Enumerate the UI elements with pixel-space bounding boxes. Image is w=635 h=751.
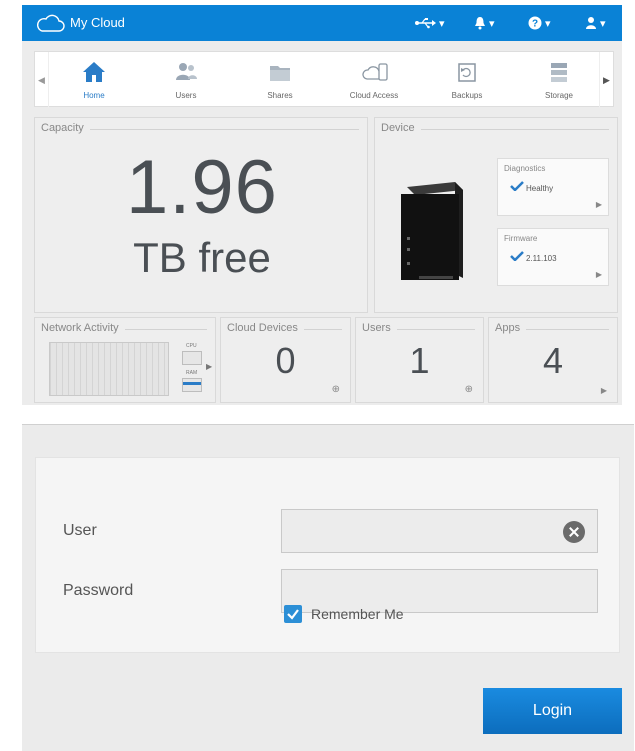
- nav-prev-button[interactable]: ◀: [35, 52, 49, 108]
- capacity-value: 1.96: [126, 145, 278, 230]
- login-form: User Password Remember Me: [35, 457, 620, 653]
- nav-item-cloud-access[interactable]: Cloud Access: [339, 52, 409, 108]
- firmware-title: Firmware: [504, 234, 538, 243]
- dashboard-panel: My Cloud ▾ ▾ ? ▾ ▾ ◀ Home Users Shares C…: [22, 5, 622, 405]
- user-menu[interactable]: ▾: [585, 13, 606, 33]
- network-activity-tile[interactable]: Network Activity CPU RAM ▶: [34, 317, 216, 403]
- capacity-unit: TB free: [133, 234, 271, 281]
- nav-bar: ◀ Home Users Shares Cloud Access Backups…: [34, 51, 614, 108]
- nav-item-backups[interactable]: Backups: [432, 52, 502, 108]
- apps-title: Apps: [495, 322, 527, 334]
- nav-item-home[interactable]: Home: [59, 52, 129, 108]
- chevron-right-icon[interactable]: ▶: [601, 386, 607, 395]
- capacity-tile: Capacity 1.96 TB free: [34, 117, 368, 313]
- nav-item-users[interactable]: Users: [151, 52, 221, 108]
- user-label: User: [63, 522, 97, 539]
- nav-label-backups: Backups: [451, 91, 483, 100]
- backups-icon: [458, 63, 476, 82]
- cloud-access-icon: [362, 63, 388, 81]
- user-icon: [586, 17, 596, 29]
- chevron-down-icon: ▾: [600, 17, 606, 30]
- remember-me-label: Remember Me: [311, 606, 404, 622]
- cloud-devices-tile[interactable]: Cloud Devices 0 ⊕: [220, 317, 351, 403]
- chevron-right-icon: ▶: [206, 362, 213, 371]
- cloud-logo-icon: [36, 14, 65, 32]
- checkmark-icon: [510, 181, 524, 191]
- login-button[interactable]: Login: [483, 688, 622, 734]
- chevron-down-icon: ▾: [545, 17, 551, 30]
- svg-text:?: ?: [532, 19, 538, 30]
- apps-tile[interactable]: Apps 4 ▶: [488, 317, 618, 403]
- cloud-devices-title: Cloud Devices: [227, 322, 304, 334]
- usb-menu[interactable]: ▾: [414, 13, 445, 33]
- device-tile: Device Diagnostics Healthy ▶ Firmware 2.…: [374, 117, 618, 313]
- add-icon[interactable]: ⊕: [332, 384, 340, 395]
- device-image-icon: [401, 182, 463, 280]
- user-input[interactable]: [281, 509, 598, 553]
- users-title: Users: [362, 322, 397, 334]
- network-activity-title: Network Activity: [41, 322, 125, 334]
- users-tile[interactable]: Users 1 ⊕: [355, 317, 484, 403]
- login-panel: User Password Remember Me Login: [22, 424, 634, 751]
- nav-label-cloud-access: Cloud Access: [349, 91, 399, 100]
- capacity-title: Capacity: [41, 122, 90, 134]
- users-count: 1: [409, 340, 430, 381]
- brand-title: My Cloud: [70, 15, 125, 30]
- remember-me-checkbox[interactable]: [284, 605, 302, 623]
- clear-icon[interactable]: [563, 521, 585, 543]
- diagnostics-status: Healthy: [526, 184, 554, 193]
- cloud-devices-count: 0: [275, 340, 296, 381]
- ram-meter-fill: [183, 382, 201, 385]
- ram-meter: [182, 378, 202, 392]
- ram-label: RAM: [186, 370, 198, 376]
- nav-item-shares[interactable]: Shares: [245, 52, 315, 108]
- cpu-label: CPU: [186, 343, 197, 349]
- cpu-meter: [182, 351, 202, 365]
- chevron-down-icon: ▾: [439, 17, 445, 30]
- cpu-ram-indicator: CPU RAM: [182, 342, 204, 396]
- checkmark-icon: [510, 251, 524, 261]
- checkmark-icon: [287, 609, 299, 620]
- shares-icon: [270, 66, 290, 81]
- chevron-down-icon: ▾: [489, 17, 495, 30]
- users-icon: [176, 63, 197, 80]
- nav-next-button[interactable]: ▶: [599, 52, 613, 108]
- bell-icon: [475, 17, 485, 30]
- help-menu[interactable]: ? ▾: [528, 13, 551, 33]
- device-title: Device: [381, 122, 421, 134]
- storage-icon: [551, 63, 567, 82]
- diagnostics-title: Diagnostics: [504, 164, 546, 173]
- password-label: Password: [63, 582, 134, 599]
- usb-icon: [415, 18, 436, 29]
- chevron-right-icon: ▶: [595, 270, 602, 279]
- diagnostics-card[interactable]: Diagnostics Healthy ▶: [497, 158, 609, 216]
- help-icon: ?: [528, 16, 542, 30]
- add-icon[interactable]: ⊕: [465, 384, 473, 395]
- notifications-menu[interactable]: ▾: [474, 13, 495, 33]
- firmware-version: 2.11.103: [526, 254, 557, 263]
- network-graph: [49, 342, 169, 396]
- nav-item-storage[interactable]: Storage: [524, 52, 594, 108]
- nav-label-users: Users: [175, 91, 197, 100]
- home-icon: [83, 62, 105, 82]
- chevron-right-icon: ▶: [595, 200, 602, 209]
- nav-label-shares: Shares: [267, 91, 293, 100]
- nav-label-storage: Storage: [544, 91, 574, 100]
- top-bar: My Cloud ▾ ▾ ? ▾ ▾: [22, 5, 622, 41]
- apps-count: 4: [542, 340, 564, 381]
- firmware-card[interactable]: Firmware 2.11.103 ▶: [497, 228, 609, 286]
- nav-label-home: Home: [83, 91, 105, 100]
